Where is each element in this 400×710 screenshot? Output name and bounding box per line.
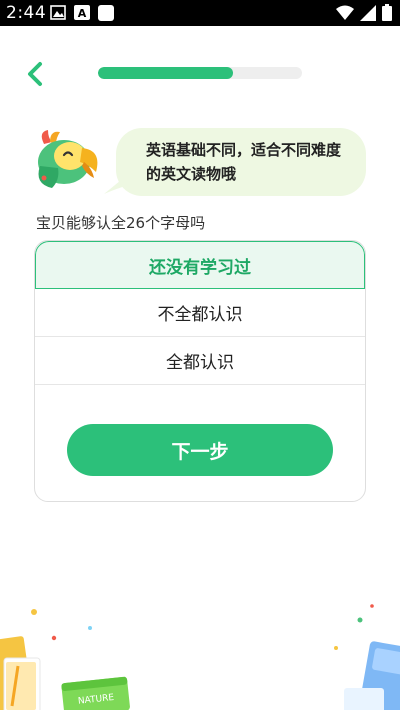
options-card: 还没有学习过 不全都认识 全都认识 下一步 — [34, 240, 366, 502]
chevron-left-icon[interactable] — [22, 60, 48, 88]
bubble-text-line1: 英语基础不同，适合不同难度 — [146, 141, 342, 159]
status-bar: 2:44 A — [0, 0, 400, 26]
next-step-button[interactable]: 下一步 — [67, 424, 333, 476]
option-partially-known[interactable]: 不全都认识 — [35, 289, 365, 337]
status-time: 2:44 — [6, 3, 47, 23]
white-square-icon — [98, 5, 114, 21]
decorative-books: NATURE — [0, 604, 400, 710]
signal-icon — [360, 4, 376, 21]
option-all-known[interactable]: 全都认识 — [35, 337, 365, 385]
a-badge-icon: A — [74, 5, 90, 20]
progress-bar — [98, 67, 302, 79]
progress-fill — [98, 67, 233, 79]
parrot-mascot-icon — [38, 130, 98, 188]
image-icon — [50, 5, 66, 20]
battery-icon — [382, 4, 392, 21]
question-text: 宝贝能够认全26个字母吗 — [36, 214, 206, 232]
option-never-learned[interactable]: 还没有学习过 — [35, 241, 365, 289]
speech-bubble: 英语基础不同，适合不同难度 的英文读物哦 — [116, 128, 366, 196]
wifi-icon — [336, 5, 354, 20]
svg-text:A: A — [78, 7, 87, 20]
bubble-text-line2: 的英文读物哦 — [146, 165, 237, 183]
